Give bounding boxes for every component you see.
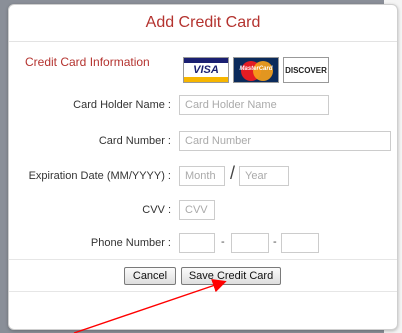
annotation-arrow	[73, 278, 227, 333]
